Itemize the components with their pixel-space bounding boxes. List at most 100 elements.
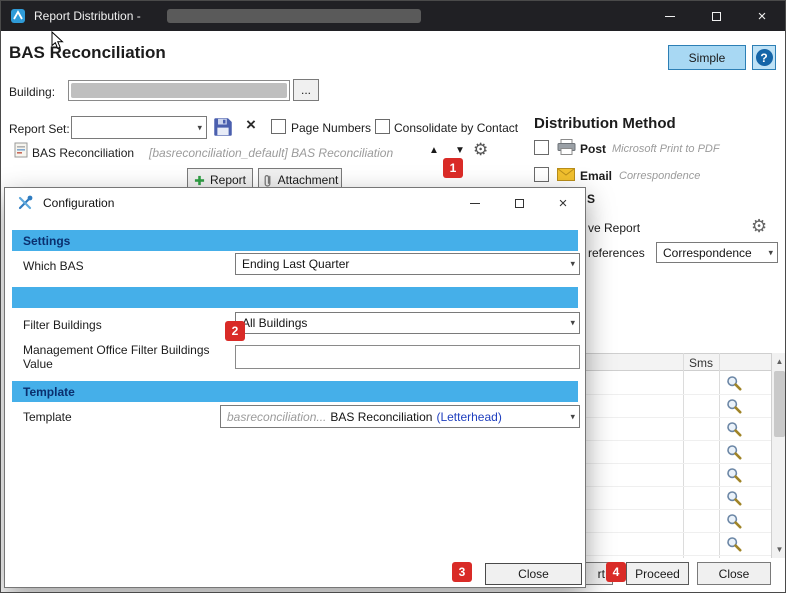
maximize-icon	[514, 198, 524, 208]
scroll-up-icon[interactable]: ▲	[772, 354, 785, 369]
mgmt-office-label-line2: Value	[23, 357, 53, 371]
chevron-down-icon: ▾	[768, 247, 773, 257]
redacted-building-value	[71, 83, 287, 98]
search-icon[interactable]	[726, 375, 742, 391]
annotation-badge-4: 4	[606, 562, 626, 582]
annotation-badge-2: 2	[225, 321, 245, 341]
page-numbers-checkbox[interactable]	[271, 119, 286, 134]
move-down-icon[interactable]: ▼	[455, 145, 465, 156]
mgmt-office-label-line1: Management Office Filter Buildings	[23, 343, 210, 357]
window-titlebar: Report Distribution - ×	[1, 1, 785, 31]
app-icon	[10, 8, 26, 24]
search-icon[interactable]	[726, 398, 742, 414]
which-bas-label: Which BAS	[23, 259, 84, 273]
dialog-title: Configuration	[43, 196, 115, 210]
search-icon[interactable]	[726, 421, 742, 437]
close-icon: ×	[757, 7, 767, 25]
main-close-button[interactable]: Close	[697, 562, 771, 585]
report-item-name: BAS Reconciliation	[32, 146, 135, 160]
chevron-down-icon: ▾	[570, 411, 575, 421]
paperclip-icon	[264, 174, 271, 187]
help-button[interactable]: ?	[752, 45, 776, 70]
chevron-down-icon: ▾	[570, 317, 575, 328]
mgmt-office-filter-input[interactable]	[235, 345, 580, 369]
filter-buildings-select[interactable]: All Buildings ▾	[235, 312, 580, 334]
preferences-select[interactable]: Correspondence ▾	[656, 242, 778, 263]
save-report-set-button[interactable]	[213, 117, 233, 140]
close-icon: ×	[558, 194, 568, 212]
configuration-dialog: Configuration × Settings Which BAS Endin…	[4, 187, 586, 588]
report-item-detail: [basreconciliation_default] BAS Reconcil…	[149, 146, 394, 160]
proceed-button[interactable]: Proceed	[626, 562, 689, 585]
printer-icon	[557, 139, 576, 158]
help-icon: ?	[755, 49, 773, 66]
post-label: Post	[580, 142, 607, 156]
maximize-button[interactable]	[693, 1, 739, 31]
attachment-label: Attachment	[277, 173, 339, 187]
search-icon[interactable]	[726, 467, 742, 483]
report-set-label: Report Set:	[9, 122, 70, 136]
email-envelope-icon	[557, 168, 575, 184]
clear-report-set-button[interactable]: ×	[246, 115, 256, 135]
dialog-close-button[interactable]: Close	[485, 563, 582, 585]
building-browse-button[interactable]: ...	[293, 79, 319, 101]
report-distribution-window: Report Distribution - × BAS Reconciliati…	[0, 0, 786, 593]
dialog-minimize-button[interactable]	[453, 188, 497, 218]
email-checkbox[interactable]	[534, 167, 549, 182]
template-select[interactable]: basreconciliation... BAS Reconciliation …	[220, 405, 580, 428]
minimize-button[interactable]	[647, 1, 693, 31]
save-report-gear-icon[interactable]: ⚙	[751, 217, 767, 235]
dialog-close-x-button[interactable]: ×	[541, 188, 585, 218]
search-icon[interactable]	[726, 490, 742, 506]
dialog-maximize-button[interactable]	[497, 188, 541, 218]
minimize-icon	[665, 15, 675, 17]
sms-column-header: Sms	[689, 356, 713, 370]
move-up-icon[interactable]: ▲	[429, 145, 439, 156]
search-icon[interactable]	[726, 536, 742, 552]
close-button[interactable]: ×	[739, 1, 785, 31]
distribution-method-heading: Distribution Method	[534, 115, 676, 132]
annotation-badge-1: 1	[443, 158, 463, 178]
building-label: Building:	[9, 85, 56, 99]
save-report-label-partial: ve Report	[588, 221, 641, 235]
email-label: Email	[580, 169, 613, 183]
settings-section-header: Settings	[12, 230, 578, 251]
post-detail: Microsoft Print to PDF	[612, 143, 720, 155]
scrollbar-thumb[interactable]	[774, 371, 785, 437]
maximize-icon	[711, 11, 721, 21]
consolidate-checkbox[interactable]	[375, 119, 390, 134]
template-section-header: Template	[12, 381, 578, 402]
simple-button[interactable]: Simple	[668, 45, 746, 70]
minimize-icon	[470, 202, 480, 204]
report-gear-icon[interactable]: ⚙	[473, 141, 488, 158]
wrench-icon	[17, 195, 35, 211]
building-field[interactable]	[68, 80, 290, 101]
dialog-titlebar: Configuration ×	[5, 188, 585, 218]
post-checkbox[interactable]	[534, 140, 549, 155]
window-title: Report Distribution -	[34, 9, 141, 23]
filter-buildings-value: All Buildings	[242, 316, 308, 330]
preferences-select-value: Correspondence	[663, 245, 752, 260]
search-icon[interactable]	[726, 444, 742, 460]
which-bas-select[interactable]: Ending Last Quarter ▾	[235, 253, 580, 275]
sms-label-partial: S	[587, 192, 596, 206]
annotation-badge-3: 3	[452, 562, 472, 582]
save-disk-icon	[214, 118, 232, 136]
template-value-suffix: (Letterhead)	[436, 409, 502, 424]
consolidate-label: Consolidate by Contact	[394, 121, 519, 135]
report-doc-icon	[14, 142, 28, 161]
which-bas-value: Ending Last Quarter	[242, 257, 350, 271]
search-icon[interactable]	[726, 513, 742, 529]
template-value-name: BAS Reconciliation	[330, 409, 433, 424]
report-set-select[interactable]: ▾	[71, 116, 207, 139]
scroll-down-icon[interactable]: ▼	[772, 542, 785, 557]
chevron-down-icon: ▾	[197, 122, 202, 132]
plus-icon	[194, 175, 205, 185]
grid-scrollbar[interactable]: ▲ ▼	[771, 353, 785, 558]
chevron-down-icon: ▾	[570, 258, 575, 269]
filter-section-header	[12, 287, 578, 308]
mouse-cursor	[51, 30, 64, 53]
preferences-label-partial: references	[588, 246, 645, 260]
x-icon: ×	[246, 115, 256, 134]
email-detail: Correspondence	[619, 170, 701, 182]
